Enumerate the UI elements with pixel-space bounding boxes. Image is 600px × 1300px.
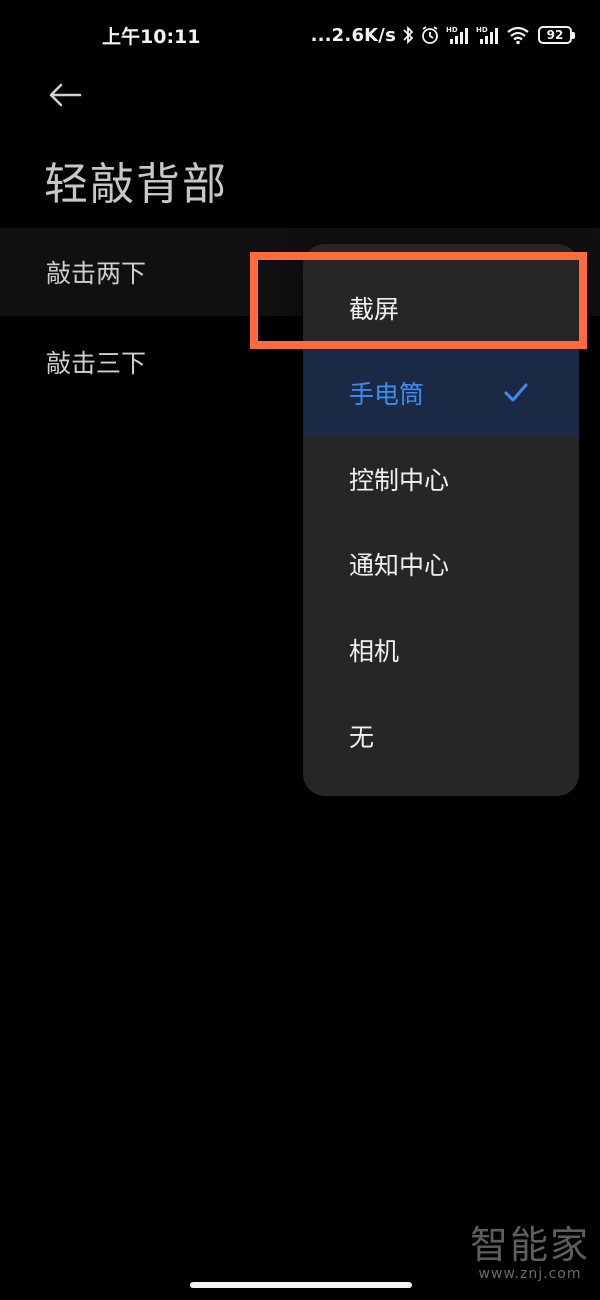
battery-level: 92 — [546, 28, 564, 42]
status-indicators: ...2.6K/s HD HD 92 — [310, 20, 575, 50]
signal-hd-icon: HD — [476, 25, 500, 45]
watermark: 智能家 www.znj.com — [470, 1224, 590, 1282]
menu-item-label: 手电筒 — [349, 380, 425, 409]
signal-hd-icon: HD — [446, 25, 470, 45]
wifi-icon — [506, 25, 530, 45]
setting-triple-tap-label: 敲击三下 — [46, 349, 147, 378]
bluetooth-icon — [402, 25, 414, 45]
menu-item-label: 无 — [349, 723, 375, 752]
checkmark-icon — [504, 383, 528, 402]
menu-item-label: 控制中心 — [349, 466, 450, 495]
menu-item-label: 通知中心 — [349, 551, 450, 580]
setting-double-tap-label: 敲击两下 — [46, 259, 147, 288]
status-bar: 上午10:11 ...2.6K/s HD HD 92 — [0, 0, 600, 70]
alarm-icon — [420, 25, 440, 45]
signal-hd-label: HD — [446, 26, 458, 34]
back-button[interactable] — [40, 72, 90, 118]
page-title: 轻敲背部 — [44, 159, 228, 210]
back-arrow-icon — [49, 83, 82, 107]
watermark-logo: 智能家 — [469, 1223, 590, 1267]
battery-icon: 92 — [538, 26, 575, 44]
signal-hd-label: HD — [476, 26, 488, 34]
action-dropdown-menu: 截屏 手电筒 控制中心 通知中心 相机 无 — [303, 244, 579, 796]
menu-item-control-center[interactable]: 控制中心 — [303, 436, 579, 522]
screen: 上午10:11 ...2.6K/s HD HD 92 轻敲背部 敲击两下 敲击三… — [0, 0, 600, 1300]
watermark-url: www.znj.com — [478, 1266, 582, 1282]
network-speed: ...2.6K/s — [310, 24, 396, 46]
status-time: 上午10:11 — [102, 26, 201, 48]
gesture-navigation-bar[interactable] — [190, 1282, 412, 1288]
menu-item-screenshot[interactable]: 截屏 — [303, 265, 579, 351]
menu-item-label: 截屏 — [349, 295, 400, 324]
menu-item-label: 相机 — [349, 637, 400, 666]
menu-item-notification-center[interactable]: 通知中心 — [303, 521, 579, 607]
menu-item-flashlight[interactable]: 手电筒 — [303, 350, 579, 436]
menu-item-none[interactable]: 无 — [303, 693, 579, 779]
menu-item-camera[interactable]: 相机 — [303, 607, 579, 693]
